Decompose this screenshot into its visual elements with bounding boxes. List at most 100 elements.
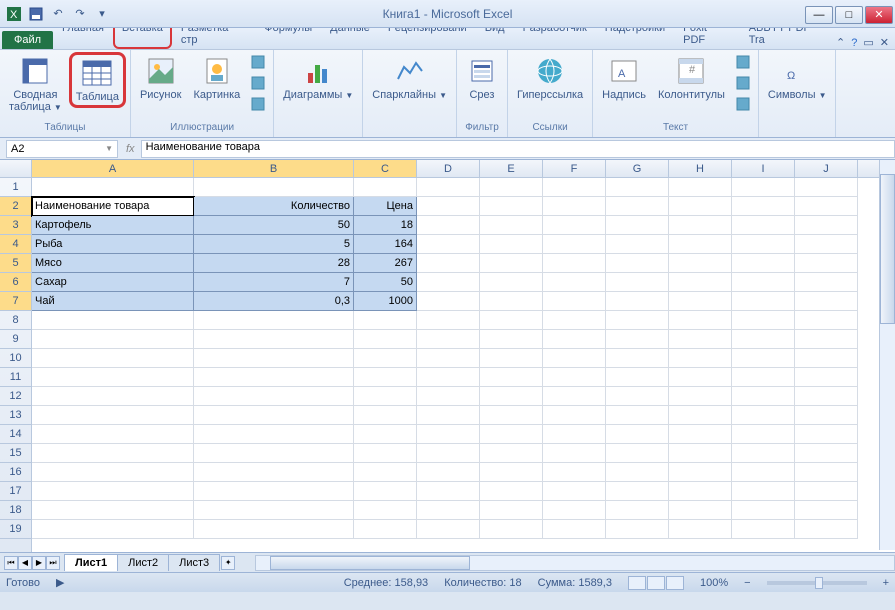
- column-header[interactable]: J: [795, 160, 858, 177]
- cell[interactable]: [417, 368, 480, 387]
- redo-icon[interactable]: ↷: [70, 4, 90, 24]
- cell[interactable]: [732, 254, 795, 273]
- sheet-nav-last-icon[interactable]: ⏭: [46, 556, 60, 570]
- row-header[interactable]: 2: [0, 197, 31, 216]
- column-header[interactable]: I: [732, 160, 795, 177]
- cell[interactable]: [417, 216, 480, 235]
- cells-area[interactable]: Наименование товараКоличествоЦенаКартофе…: [32, 178, 895, 552]
- cell[interactable]: [795, 463, 858, 482]
- cell[interactable]: [543, 482, 606, 501]
- row-header[interactable]: 7: [0, 292, 31, 311]
- cell[interactable]: [669, 311, 732, 330]
- cell[interactable]: [194, 444, 354, 463]
- cell[interactable]: [795, 273, 858, 292]
- cell[interactable]: [669, 349, 732, 368]
- cell[interactable]: [606, 254, 669, 273]
- horizontal-scrollbar[interactable]: [255, 555, 895, 571]
- cell[interactable]: [480, 444, 543, 463]
- cell[interactable]: [354, 463, 417, 482]
- cell[interactable]: [32, 387, 194, 406]
- cell[interactable]: [32, 501, 194, 520]
- cell[interactable]: [606, 501, 669, 520]
- row-header[interactable]: 11: [0, 368, 31, 387]
- cell[interactable]: [354, 330, 417, 349]
- cell[interactable]: [669, 387, 732, 406]
- cell[interactable]: [606, 463, 669, 482]
- ribbon-button[interactable]: Своднаятаблица ▼: [4, 52, 67, 116]
- row-header[interactable]: 9: [0, 330, 31, 349]
- cell[interactable]: [543, 330, 606, 349]
- column-header[interactable]: E: [480, 160, 543, 177]
- cell[interactable]: Мясо: [32, 254, 194, 273]
- view-layout-button[interactable]: [647, 576, 665, 590]
- sheet-nav-next-icon[interactable]: ▶: [32, 556, 46, 570]
- row-header[interactable]: 3: [0, 216, 31, 235]
- ribbon-button[interactable]: Спарклайны ▼: [367, 52, 452, 104]
- cell[interactable]: [795, 216, 858, 235]
- cell[interactable]: [480, 520, 543, 539]
- ribbon-small-button[interactable]: [247, 73, 269, 93]
- cell[interactable]: [732, 235, 795, 254]
- column-header[interactable]: G: [606, 160, 669, 177]
- cell[interactable]: [32, 311, 194, 330]
- cell[interactable]: 28: [194, 254, 354, 273]
- ribbon-button[interactable]: ΩСимволы ▼: [763, 52, 832, 104]
- cell[interactable]: [732, 482, 795, 501]
- cell[interactable]: [32, 463, 194, 482]
- cell[interactable]: [354, 349, 417, 368]
- cell[interactable]: [194, 482, 354, 501]
- cell[interactable]: [606, 235, 669, 254]
- cell[interactable]: [669, 482, 732, 501]
- cell[interactable]: [669, 444, 732, 463]
- cell[interactable]: [194, 520, 354, 539]
- row-header[interactable]: 19: [0, 520, 31, 539]
- cell[interactable]: 50: [354, 273, 417, 292]
- cell[interactable]: Цена: [354, 197, 417, 216]
- cell[interactable]: [32, 425, 194, 444]
- cell[interactable]: [606, 292, 669, 311]
- row-header[interactable]: 4: [0, 235, 31, 254]
- cell[interactable]: [669, 216, 732, 235]
- cell[interactable]: [417, 178, 480, 197]
- cell[interactable]: [480, 387, 543, 406]
- undo-icon[interactable]: ↶: [48, 4, 68, 24]
- cell[interactable]: [795, 254, 858, 273]
- vertical-scrollbar[interactable]: [879, 160, 895, 550]
- cell[interactable]: Сахар: [32, 273, 194, 292]
- select-all-corner[interactable]: [0, 160, 32, 177]
- view-normal-button[interactable]: [628, 576, 646, 590]
- cell[interactable]: [417, 406, 480, 425]
- cell[interactable]: [543, 368, 606, 387]
- cell[interactable]: [32, 444, 194, 463]
- cell[interactable]: [732, 178, 795, 197]
- file-tab[interactable]: Файл: [2, 31, 53, 49]
- cell[interactable]: [417, 463, 480, 482]
- cell[interactable]: [354, 311, 417, 330]
- cell[interactable]: Рыба: [32, 235, 194, 254]
- cell[interactable]: [480, 330, 543, 349]
- name-box-dropdown-icon[interactable]: ▼: [105, 144, 113, 153]
- cell[interactable]: [795, 425, 858, 444]
- cell[interactable]: [669, 292, 732, 311]
- cell[interactable]: [795, 197, 858, 216]
- cell[interactable]: [417, 273, 480, 292]
- cell[interactable]: [732, 311, 795, 330]
- cell[interactable]: [417, 254, 480, 273]
- row-header[interactable]: 10: [0, 349, 31, 368]
- cell[interactable]: [543, 235, 606, 254]
- cell[interactable]: [480, 463, 543, 482]
- cell[interactable]: [32, 349, 194, 368]
- row-header[interactable]: 16: [0, 463, 31, 482]
- zoom-slider-thumb[interactable]: [815, 577, 823, 589]
- cell[interactable]: [194, 387, 354, 406]
- cell[interactable]: [543, 425, 606, 444]
- cell[interactable]: [480, 425, 543, 444]
- cell[interactable]: [606, 273, 669, 292]
- zoom-slider[interactable]: [767, 581, 867, 585]
- row-header[interactable]: 14: [0, 425, 31, 444]
- cell[interactable]: [606, 425, 669, 444]
- close-button[interactable]: ✕: [865, 6, 893, 24]
- cell[interactable]: [417, 311, 480, 330]
- column-header[interactable]: C: [354, 160, 417, 177]
- cell[interactable]: [354, 425, 417, 444]
